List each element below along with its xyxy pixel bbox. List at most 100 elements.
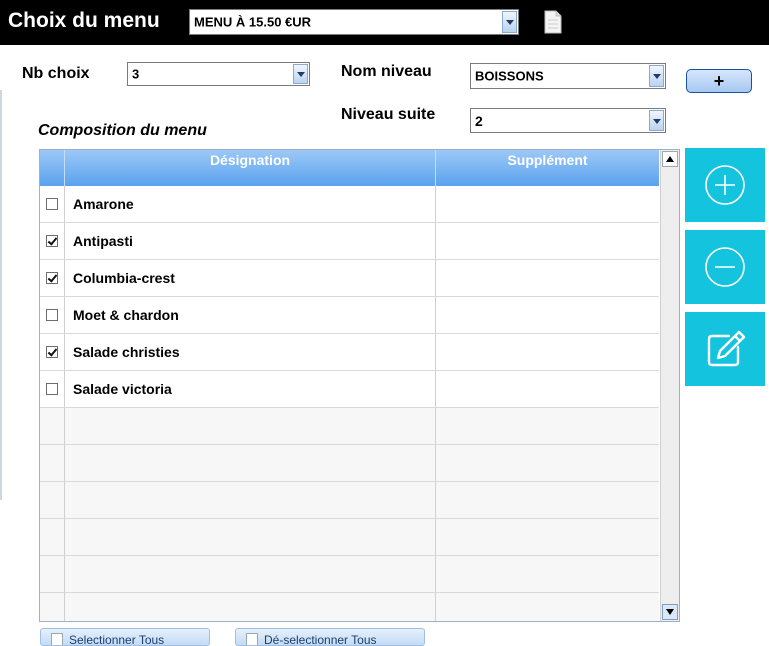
table-row[interactable]: Salade victoria: [40, 371, 659, 408]
supplement-cell[interactable]: [436, 482, 659, 518]
designation-cell[interactable]: [65, 593, 436, 621]
row-select-cell[interactable]: [40, 556, 65, 592]
edit-item-button[interactable]: [685, 312, 765, 386]
supplement-cell[interactable]: [436, 260, 659, 296]
row-select-cell[interactable]: [40, 223, 65, 259]
deselect-all-label: Dé-selectionner Tous: [264, 633, 377, 646]
row-select-cell[interactable]: [40, 482, 65, 518]
supplement-cell[interactable]: [436, 223, 659, 259]
left-panel-edge: [0, 90, 2, 500]
vertical-scrollbar[interactable]: [660, 150, 679, 621]
niveau-suite-select[interactable]: 2: [470, 108, 666, 133]
supplement-cell[interactable]: [436, 556, 659, 592]
table-row[interactable]: [40, 593, 659, 621]
row-select-cell[interactable]: [40, 408, 65, 444]
designation-cell[interactable]: Salade christies: [65, 334, 436, 370]
row-checkbox[interactable]: [46, 198, 58, 210]
table-row[interactable]: [40, 408, 659, 445]
row-select-cell[interactable]: [40, 186, 65, 222]
scroll-down-icon[interactable]: [662, 604, 678, 620]
row-checkbox[interactable]: [46, 235, 58, 247]
header-select-column: [40, 150, 65, 186]
edit-icon: [707, 330, 746, 367]
header-bar: Choix du menu MENU À 15.50 €UR: [0, 0, 769, 45]
supplement-cell[interactable]: [436, 297, 659, 333]
designation-cell[interactable]: [65, 408, 436, 444]
supplement-cell[interactable]: [436, 519, 659, 555]
row-select-cell[interactable]: [40, 260, 65, 296]
designation-text: Salade victoria: [73, 381, 172, 397]
nb-choix-value: 3: [132, 66, 140, 82]
row-checkbox[interactable]: [46, 272, 58, 284]
header-supplement[interactable]: Supplément: [436, 150, 659, 186]
nom-niveau-select[interactable]: BOISSONS: [470, 63, 666, 89]
composition-table: Désignation Supplément Amarone Antipasti C…: [39, 149, 680, 622]
table-row[interactable]: Salade christies: [40, 334, 659, 371]
row-checkbox[interactable]: [46, 309, 58, 321]
designation-cell[interactable]: [65, 482, 436, 518]
designation-cell[interactable]: Salade victoria: [65, 371, 436, 407]
designation-cell[interactable]: Amarone: [65, 186, 436, 222]
minus-circle-icon: [705, 247, 745, 287]
table-row[interactable]: Amarone: [40, 186, 659, 223]
chevron-down-icon[interactable]: [502, 11, 517, 33]
row-select-cell[interactable]: [40, 334, 65, 370]
designation-text: Moet & chardon: [73, 307, 179, 323]
table-row[interactable]: [40, 445, 659, 482]
nb-choix-select[interactable]: 3: [127, 62, 310, 86]
row-select-cell[interactable]: [40, 593, 65, 621]
document-icon[interactable]: [544, 10, 562, 34]
designation-cell[interactable]: Antipasti: [65, 223, 436, 259]
table-row[interactable]: [40, 482, 659, 519]
nom-niveau-value: BOISSONS: [475, 68, 544, 84]
row-select-cell[interactable]: [40, 297, 65, 333]
designation-text: Columbia-crest: [73, 270, 175, 286]
supplement-cell[interactable]: [436, 593, 659, 621]
row-select-cell[interactable]: [40, 519, 65, 555]
designation-cell[interactable]: [65, 445, 436, 481]
table-header: Désignation Supplément: [40, 150, 659, 186]
header-designation[interactable]: Désignation: [65, 150, 436, 186]
designation-text: Antipasti: [73, 233, 133, 249]
supplement-cell[interactable]: [436, 371, 659, 407]
chevron-down-icon[interactable]: [649, 110, 664, 131]
designation-cell[interactable]: Moet & chardon: [65, 297, 436, 333]
plus-icon: +: [713, 70, 725, 91]
supplement-cell[interactable]: [436, 408, 659, 444]
supplement-cell[interactable]: [436, 186, 659, 222]
composition-title: Composition du menu: [38, 122, 207, 139]
select-all-button[interactable]: Selectionner Tous: [40, 628, 210, 646]
row-select-cell[interactable]: [40, 445, 65, 481]
plus-circle-icon: [705, 165, 745, 205]
designation-cell[interactable]: [65, 556, 436, 592]
row-checkbox[interactable]: [46, 346, 58, 358]
remove-item-button[interactable]: [685, 230, 765, 304]
designation-cell[interactable]: Columbia-crest: [65, 260, 436, 296]
row-select-cell[interactable]: [40, 371, 65, 407]
supplement-cell[interactable]: [436, 445, 659, 481]
designation-text: Salade christies: [73, 344, 180, 360]
designation-text: Amarone: [73, 196, 134, 212]
page-title: Choix du menu: [8, 9, 160, 32]
document-icon: [51, 633, 63, 645]
table-row[interactable]: Antipasti: [40, 223, 659, 260]
designation-cell[interactable]: [65, 519, 436, 555]
menu-select-value: MENU À 15.50 €UR: [194, 14, 312, 30]
table-row[interactable]: Columbia-crest: [40, 260, 659, 297]
deselect-all-button[interactable]: Dé-selectionner Tous: [235, 628, 425, 646]
chevron-down-icon[interactable]: [649, 65, 664, 87]
row-checkbox[interactable]: [46, 383, 58, 395]
supplement-cell[interactable]: [436, 334, 659, 370]
document-icon: [246, 633, 258, 645]
menu-select[interactable]: MENU À 15.50 €UR: [189, 9, 519, 35]
table-body: Amarone Antipasti Columbia-crest Moet & cha…: [40, 186, 659, 621]
table-row[interactable]: [40, 519, 659, 556]
table-row[interactable]: Moet & chardon: [40, 297, 659, 334]
scroll-up-icon[interactable]: [662, 151, 678, 167]
chevron-down-icon[interactable]: [293, 64, 308, 84]
table-row[interactable]: [40, 556, 659, 593]
nom-niveau-label: Nom niveau: [341, 63, 432, 80]
add-item-button[interactable]: [685, 148, 765, 222]
add-level-button[interactable]: +: [686, 69, 752, 93]
niveau-suite-label: Niveau suite: [341, 106, 436, 123]
